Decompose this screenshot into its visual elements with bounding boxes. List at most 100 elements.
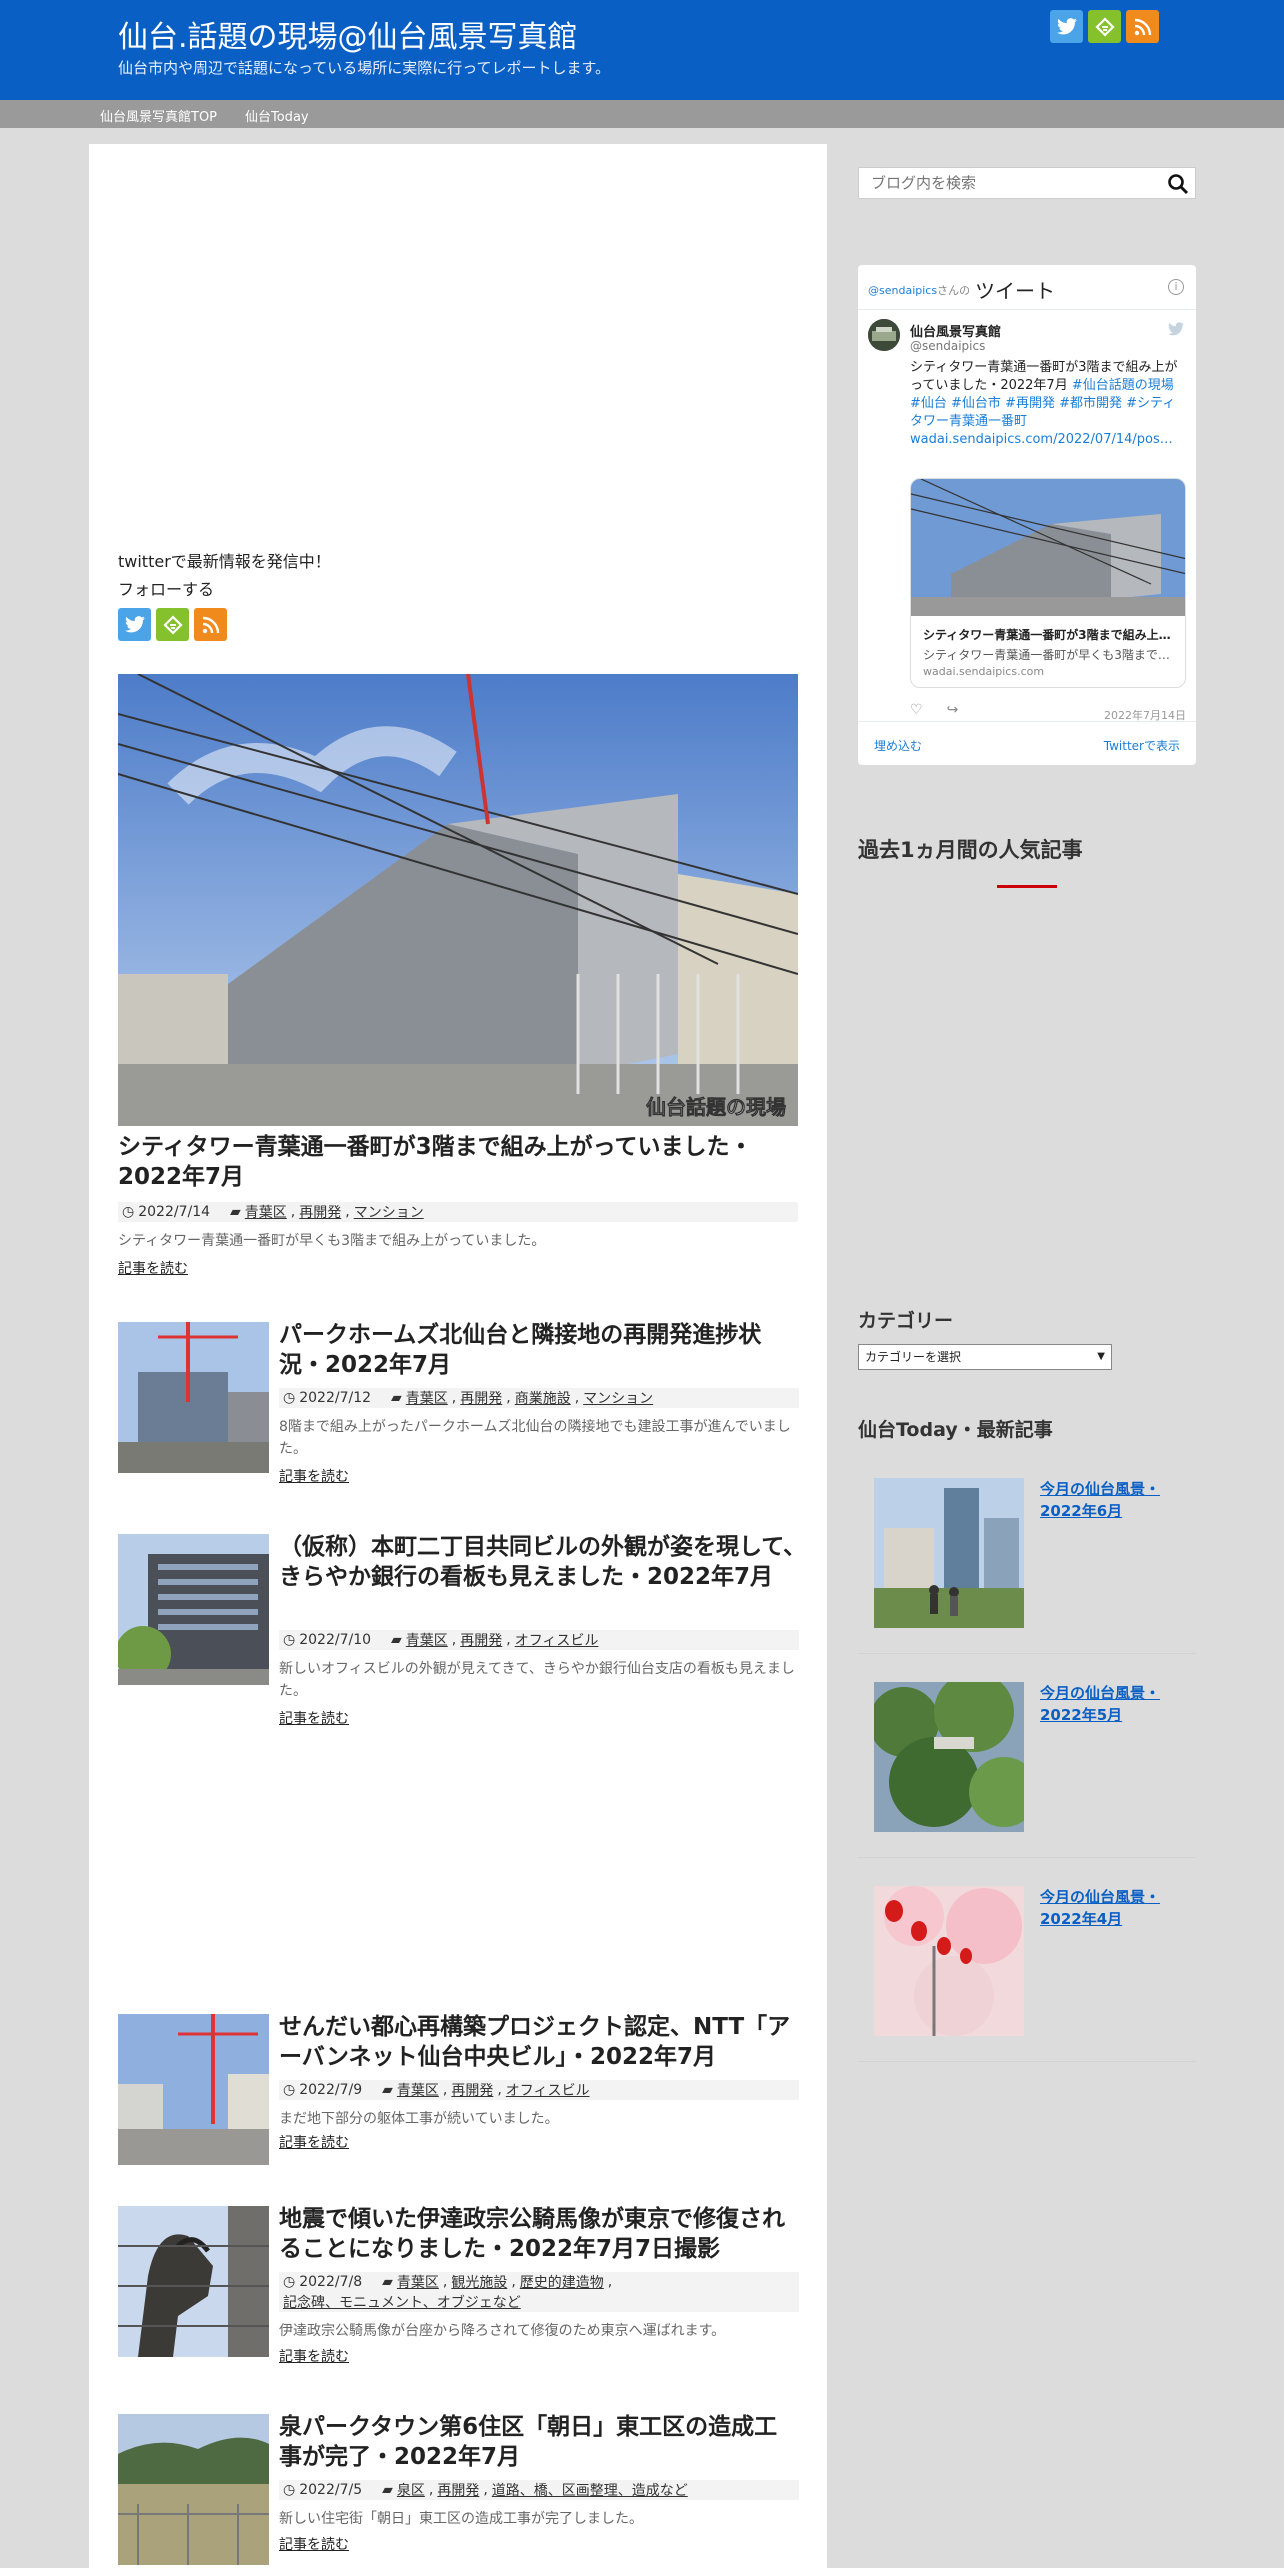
- category-select[interactable]: カテゴリーを選択 ▼: [858, 1344, 1112, 1370]
- avatar[interactable]: [868, 319, 900, 351]
- post-title[interactable]: シティタワー青葉通一番町が3階まで組み上がっていました・2022年7月: [118, 1132, 798, 1192]
- folder-icon: ▰: [391, 1390, 402, 1406]
- category-link[interactable]: マンション: [583, 1388, 653, 1408]
- category-link[interactable]: 再開発: [299, 1202, 341, 1222]
- search-box: [858, 167, 1196, 199]
- share-icon[interactable]: ↪: [947, 702, 959, 718]
- tweet-link[interactable]: wadai.sendaipics.com/2022/07/14/pos…: [910, 432, 1173, 447]
- tweet-text: シティタワー青葉通一番町が3階まで組み上がっていました・2022年7月 #仙台話…: [910, 359, 1188, 449]
- post-title[interactable]: パークホームズ北仙台と隣接地の再開発進捗状況・2022年7月: [279, 1320, 799, 1380]
- post-meta: ◷ 2022/7/12 ▰ 青葉区, 再開発, 商業施設, マンション: [279, 1388, 799, 1408]
- post-hero-image[interactable]: 仙台話題の現場: [118, 674, 798, 1126]
- post-excerpt: 新しい住宅街「朝日」東工区の造成工事が完了しました。: [279, 2511, 643, 2527]
- site-title[interactable]: 仙台.話題の現場@仙台風景写真館: [118, 12, 578, 56]
- info-icon[interactable]: i: [1168, 279, 1184, 295]
- post-thumbnail[interactable]: [118, 2014, 269, 2165]
- read-more-link[interactable]: 記事を読む: [279, 1466, 349, 1486]
- post-title[interactable]: 泉パークタウン第6住区「朝日」東工区の造成工事が完了・2022年7月: [279, 2412, 799, 2472]
- category-link[interactable]: 再開発: [451, 2080, 493, 2100]
- read-more-link[interactable]: 記事を読む: [279, 2346, 349, 2366]
- site-header: 仙台.話題の現場@仙台風景写真館 仙台市内や周辺で話題になっている場所に実際に行…: [0, 0, 1284, 100]
- folder-icon: ▰: [391, 1632, 402, 1648]
- nav-bar: 仙台風景写真館TOP 仙台Today: [0, 100, 1284, 128]
- category-link[interactable]: オフィスビル: [515, 1630, 599, 1650]
- today-post-title[interactable]: 今月の仙台風景・2022年5月: [1040, 1682, 1180, 1726]
- today-post-title[interactable]: 今月の仙台風景・2022年6月: [1040, 1478, 1180, 1522]
- today-list-item: 今月の仙台風景・2022年5月: [858, 1682, 1196, 1886]
- category-link[interactable]: 青葉区: [406, 1630, 448, 1650]
- post-title[interactable]: （仮称）本町二丁目共同ビルの外観が姿を現して、きらやか銀行の看板も見えました・2…: [279, 1532, 809, 1592]
- category-link[interactable]: マンション: [354, 1202, 424, 1222]
- category-heading: カテゴリー: [858, 1310, 954, 1332]
- today-post-title[interactable]: 今月の仙台風景・2022年4月: [1040, 1886, 1180, 1930]
- today-list-item: 今月の仙台風景・2022年6月: [858, 1478, 1196, 1682]
- post-date: 2022/7/10: [299, 1632, 372, 1648]
- today-thumbnail[interactable]: [874, 1478, 1024, 1628]
- post-meta: ◷ 2022/7/5 ▰ 泉区, 再開発, 道路、橋、区画整理、造成など: [279, 2480, 799, 2500]
- rss-icon[interactable]: [1126, 10, 1159, 43]
- post-excerpt: 8階まで組み上がったパークホームズ北仙台の隣接地でも建設工事が進んでいました。: [279, 1419, 791, 1457]
- hero-watermark: 仙台話題の現場: [646, 1095, 786, 1119]
- category-link[interactable]: 商業施設: [515, 1388, 571, 1408]
- category-link[interactable]: 泉区: [397, 2480, 425, 2500]
- read-more-link[interactable]: 記事を読む: [279, 2132, 349, 2152]
- link-card-domain: wadai.sendaipics.com: [923, 665, 1045, 678]
- category-link[interactable]: 青葉区: [245, 1202, 287, 1222]
- post-thumbnail[interactable]: [118, 2414, 269, 2565]
- clock-icon: ◷: [122, 1204, 135, 1220]
- tweet-author-name[interactable]: 仙台風景写真館: [910, 321, 1001, 340]
- category-link[interactable]: 再開発: [437, 2480, 479, 2500]
- category-link[interactable]: 記念碑、モニュメント、オブジェなど: [283, 2292, 521, 2312]
- read-more-link[interactable]: 記事を読む: [279, 2534, 349, 2554]
- like-icon[interactable]: ♡: [910, 702, 923, 718]
- feedly-icon[interactable]: [156, 608, 189, 641]
- follow-promo-text: twitterで最新情報を発信中！: [118, 552, 331, 571]
- twitter-bird-icon[interactable]: [1168, 321, 1184, 340]
- category-link[interactable]: 再開発: [460, 1630, 502, 1650]
- post-date: 2022/7/8: [299, 2274, 363, 2290]
- category-link[interactable]: 観光施設: [451, 2272, 507, 2292]
- post-thumbnail[interactable]: [118, 2206, 269, 2357]
- clock-icon: ◷: [283, 1390, 296, 1406]
- category-link[interactable]: 道路、橋、区画整理、造成など: [492, 2480, 688, 2500]
- category-link[interactable]: 青葉区: [397, 2272, 439, 2292]
- twitter-icon[interactable]: [118, 608, 151, 641]
- category-link[interactable]: 歴史的建造物: [520, 2272, 604, 2292]
- category-link[interactable]: 青葉区: [406, 1388, 448, 1408]
- rss-icon[interactable]: [194, 608, 227, 641]
- timeline-handle[interactable]: @sendaipics: [868, 284, 937, 297]
- post-date: 2022/7/5: [299, 2482, 363, 2498]
- search-input[interactable]: [859, 168, 1149, 198]
- post-title[interactable]: せんだい都心再構築プロジェクト認定、NTT「アーバンネット仙台中央ビル」・202…: [279, 2012, 799, 2072]
- divider: [858, 2061, 1196, 2062]
- twitter-icon[interactable]: [1050, 10, 1083, 43]
- view-on-twitter-link[interactable]: Twitterで表示: [1104, 737, 1180, 754]
- post-title[interactable]: 地震で傾いた伊達政宗公騎馬像が東京で修復されることになりました・2022年7月7…: [279, 2204, 799, 2264]
- embed-link[interactable]: 埋め込む: [874, 737, 922, 754]
- main-content: twitterで最新情報を発信中！ フォローする 仙台話題の現場 シティタワー青…: [89, 144, 827, 2568]
- clock-icon: ◷: [283, 2082, 296, 2098]
- read-more-link[interactable]: 記事を読む: [279, 1708, 349, 1728]
- read-more-link[interactable]: 記事を読む: [118, 1258, 188, 1278]
- category-link[interactable]: 青葉区: [397, 2080, 439, 2100]
- today-thumbnail[interactable]: [874, 1886, 1024, 2036]
- tweet-author-handle[interactable]: @sendaipics: [910, 339, 985, 353]
- category-link[interactable]: 再開発: [460, 1388, 502, 1408]
- follow-label: フォローする: [118, 580, 215, 599]
- nav-item-sendai-today[interactable]: 仙台Today: [245, 106, 309, 125]
- timeline-header: @sendaipicsさんの ツイート i: [858, 265, 1196, 310]
- nav-item-top[interactable]: 仙台風景写真館TOP: [100, 106, 217, 125]
- tweet-link-card[interactable]: シティタワー青葉通一番町が3階まで組み上… シティタワー青葉通一番町が早くも3階…: [910, 478, 1186, 688]
- link-card-image: [911, 479, 1185, 616]
- follow-icons: [118, 608, 227, 641]
- chevron-down-icon: ▼: [1097, 1351, 1105, 1362]
- post-excerpt: 新しいオフィスビルの外観が見えてきて、きらやか銀行仙台支店の看板も見えました。: [279, 1661, 795, 1699]
- today-thumbnail[interactable]: [874, 1682, 1024, 1832]
- feedly-icon[interactable]: [1088, 10, 1121, 43]
- timeline-footer: 埋め込む Twitterで表示: [858, 721, 1196, 765]
- category-link[interactable]: オフィスビル: [506, 2080, 590, 2100]
- folder-icon: ▰: [382, 2082, 393, 2098]
- post-thumbnail[interactable]: [118, 1534, 269, 1685]
- search-icon[interactable]: [1167, 173, 1189, 195]
- post-thumbnail[interactable]: [118, 1322, 269, 1473]
